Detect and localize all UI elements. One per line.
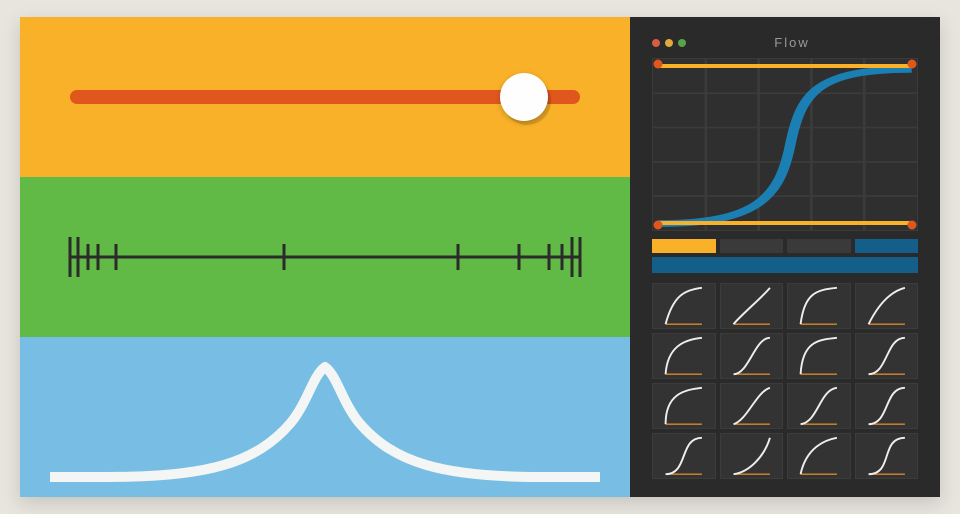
tab-0[interactable] [652,239,716,253]
minimize-icon[interactable] [665,39,673,47]
curve-editor-grid [653,59,917,230]
editor-curve-path [658,69,911,223]
slider-panel [20,17,630,177]
duration-bar[interactable] [652,257,918,273]
preset-ease-in-out-strong[interactable] [855,433,919,479]
preset-ease-out-cubic[interactable] [652,333,716,379]
tick [571,237,574,277]
preset-ease-out-strong[interactable] [787,283,851,329]
preset-ease-in-out[interactable] [720,333,784,379]
app-stage: Flow [20,17,940,497]
tick [283,244,286,270]
preset-s-curve-2[interactable] [652,433,716,479]
number-line[interactable] [70,237,580,277]
tick [579,237,582,277]
editor-range-top[interactable] [659,64,911,68]
curve-editor[interactable] [652,58,918,231]
tick [76,237,79,277]
zoom-icon[interactable] [678,39,686,47]
traffic-lights [652,39,686,47]
preset-ease-io-steep[interactable] [855,383,919,429]
preset-ease-out[interactable] [652,283,716,329]
curve-handle[interactable] [907,60,916,69]
preset-ease-out-wide[interactable] [787,433,851,479]
curve-panel [20,337,630,497]
preset-ease-io-mid[interactable] [787,383,851,429]
slider-thumb[interactable] [500,73,548,121]
curve-handle[interactable] [654,60,663,69]
tick [86,244,89,270]
editor-range-bottom[interactable] [659,221,911,225]
tick [517,244,520,270]
preset-ease-out-quad[interactable] [855,283,919,329]
preset-linear-fast[interactable] [720,283,784,329]
preset-ease-out-expo[interactable] [652,383,716,429]
inspector-title: Flow [686,35,898,50]
close-icon[interactable] [652,39,660,47]
preset-ease-in-out-soft[interactable] [720,383,784,429]
tick [69,237,72,277]
inspector-titlebar: Flow [652,35,918,50]
number-line-axis [70,256,580,259]
preset-s-curve[interactable] [855,333,919,379]
tick [561,244,564,270]
main-slider[interactable] [70,77,580,117]
bell-curve [50,353,600,483]
curve-handle[interactable] [654,221,663,230]
tab-3[interactable] [855,239,919,253]
tick [548,244,551,270]
preset-grid [652,283,918,479]
tab-2[interactable] [787,239,851,253]
curve-handle[interactable] [907,221,916,230]
numberline-panel [20,177,630,337]
tick [456,244,459,270]
tab-row [652,239,918,253]
preset-ease-in[interactable] [720,433,784,479]
preview-column [20,17,630,497]
tab-1[interactable] [720,239,784,253]
bell-curve-path [50,367,600,477]
inspector-panel: Flow [630,17,940,497]
tick [114,244,117,270]
preset-ease-out-steep[interactable] [787,333,851,379]
tick [97,244,100,270]
